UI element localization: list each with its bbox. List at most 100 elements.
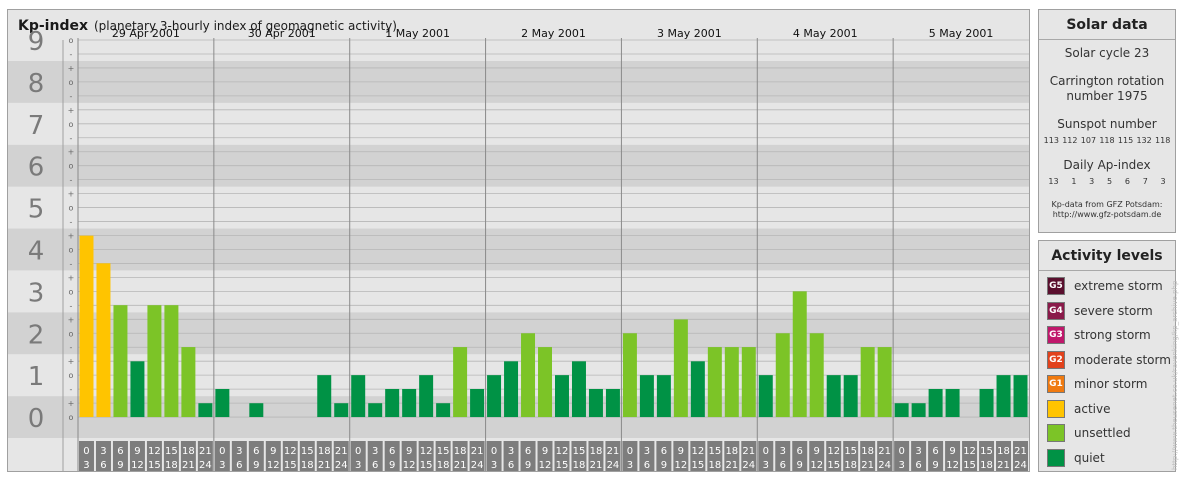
interval-end: 3	[627, 460, 633, 471]
sunspot-value-5: 132	[1136, 136, 1152, 145]
interval-start: 15	[437, 446, 450, 457]
day-label-6: 5 May 2001	[929, 27, 994, 40]
interval-end: 24	[199, 460, 212, 471]
kp-bar-17	[368, 403, 383, 418]
watermark: http://www.theusenet.co.uk/ravenking/kp_…	[1171, 280, 1179, 470]
interval-start: 12	[420, 446, 433, 457]
minor-tick: o	[69, 413, 74, 422]
interval-start: 6	[253, 446, 259, 457]
y-tick-label-5: 5	[28, 195, 45, 225]
band-9	[8, 40, 1029, 61]
minor-tick: -	[70, 176, 73, 185]
activity-level-extreme-storm: G5 extreme storm	[1039, 274, 1175, 299]
minor-tick: +	[68, 64, 75, 73]
sunspot-value-1: 112	[1062, 136, 1078, 145]
watermark-text: http://www.theusenet.co.uk/ravenking/kp_…	[1171, 280, 1179, 470]
level-swatch	[1047, 399, 1065, 418]
y-tick-label-1: 1	[28, 362, 45, 392]
sunspot-value-2: 107	[1080, 136, 1097, 145]
interval-start: 0	[763, 446, 769, 457]
kp-bar-18	[385, 388, 400, 418]
kp-bar-42	[792, 291, 807, 418]
interval-start: 9	[949, 446, 955, 457]
minor-tick: +	[68, 273, 75, 282]
kp-bar-48	[894, 403, 909, 418]
interval-end: 18	[165, 460, 178, 471]
interval-end: 9	[389, 460, 395, 471]
kp-bar-26	[521, 333, 536, 418]
kp-bar-51	[945, 388, 960, 418]
interval-end: 24	[471, 460, 484, 471]
interval-start: 18	[318, 446, 331, 457]
interval-end: 15	[963, 460, 976, 471]
interval-start: 3	[100, 446, 106, 457]
interval-start: 12	[284, 446, 297, 457]
interval-end: 15	[691, 460, 704, 471]
y-tick-label-9: 9	[28, 27, 45, 57]
kp-bar-27	[538, 347, 552, 418]
kp-bar-0	[79, 235, 94, 418]
minor-tick: o	[69, 287, 74, 296]
interval-end: 9	[661, 460, 667, 471]
minor-tick: -	[70, 385, 73, 394]
activity-level-severe-storm: G4 severe storm	[1039, 299, 1175, 324]
interval-end: 18	[437, 460, 450, 471]
interval-start: 0	[898, 446, 904, 457]
minor-tick: +	[68, 190, 75, 199]
interval-end: 9	[797, 460, 803, 471]
y-tick-label-0: 0	[28, 404, 45, 434]
interval-start: 9	[270, 446, 276, 457]
level-label: strong storm	[1074, 328, 1151, 343]
interval-start: 15	[844, 446, 857, 457]
credit-line-1: Kp-data from GFZ Potsdam:	[1051, 200, 1163, 209]
y-tick-label-7: 7	[28, 111, 45, 141]
kp-bar-16	[351, 375, 366, 418]
kp-bar-46	[860, 347, 875, 418]
level-swatch: G1	[1047, 375, 1065, 394]
kp-bar-32	[622, 333, 637, 418]
data-credit: Kp-data from GFZ Potsdam: http://www.gfz…	[1039, 200, 1175, 220]
interval-end: 6	[372, 460, 378, 471]
interval-end: 3	[83, 460, 89, 471]
kp-bar-39	[741, 347, 756, 418]
level-label: moderate storm	[1074, 352, 1171, 367]
interval-end: 12	[403, 460, 416, 471]
interval-start: 0	[355, 446, 361, 457]
interval-start: 6	[525, 446, 531, 457]
kp-bar-37	[707, 347, 722, 418]
interval-start: 3	[508, 446, 514, 457]
carrington-line-1: Carrington rotation	[1049, 74, 1165, 88]
credit-link[interactable]: http://www.gfz-potsdam.de	[1039, 210, 1175, 220]
interval-end: 12	[810, 460, 823, 471]
interval-end: 24	[1014, 460, 1027, 471]
level-swatch: G2	[1047, 350, 1065, 369]
y-tick-label-4: 4	[28, 236, 45, 266]
kp-bar-7	[198, 403, 213, 418]
interval-start: 21	[199, 446, 212, 457]
interval-start: 21	[1014, 446, 1027, 457]
kp-bar-41	[775, 333, 790, 418]
solar-cycle: Solar cycle 23	[1064, 46, 1150, 60]
level-swatch: G5	[1047, 277, 1065, 296]
minor-tick: -	[70, 50, 73, 59]
ap-value-0: 13	[1048, 177, 1059, 186]
interval-start: 0	[491, 446, 497, 457]
interval-start: 18	[182, 446, 195, 457]
level-swatch: G3	[1047, 326, 1065, 345]
minor-tick: o	[69, 36, 74, 45]
minor-tick: o	[69, 162, 74, 171]
interval-end: 15	[420, 460, 433, 471]
interval-end: 21	[454, 460, 467, 471]
interval-start: 6	[389, 446, 395, 457]
ap-value-1: 1	[1071, 177, 1077, 186]
interval-start: 0	[83, 446, 89, 457]
activity-level-unsettled: unsettled	[1039, 421, 1175, 446]
activity-level-minor-storm: G1 minor storm	[1039, 372, 1175, 397]
interval-end: 9	[932, 460, 938, 471]
ap-label: Daily Ap-index	[1063, 158, 1151, 172]
activity-level-quiet: quiet	[1039, 446, 1175, 471]
minor-tick: -	[70, 301, 73, 310]
kp-bar-40	[758, 375, 773, 418]
interval-start: 9	[814, 446, 820, 457]
kp-bar-44	[826, 375, 841, 418]
